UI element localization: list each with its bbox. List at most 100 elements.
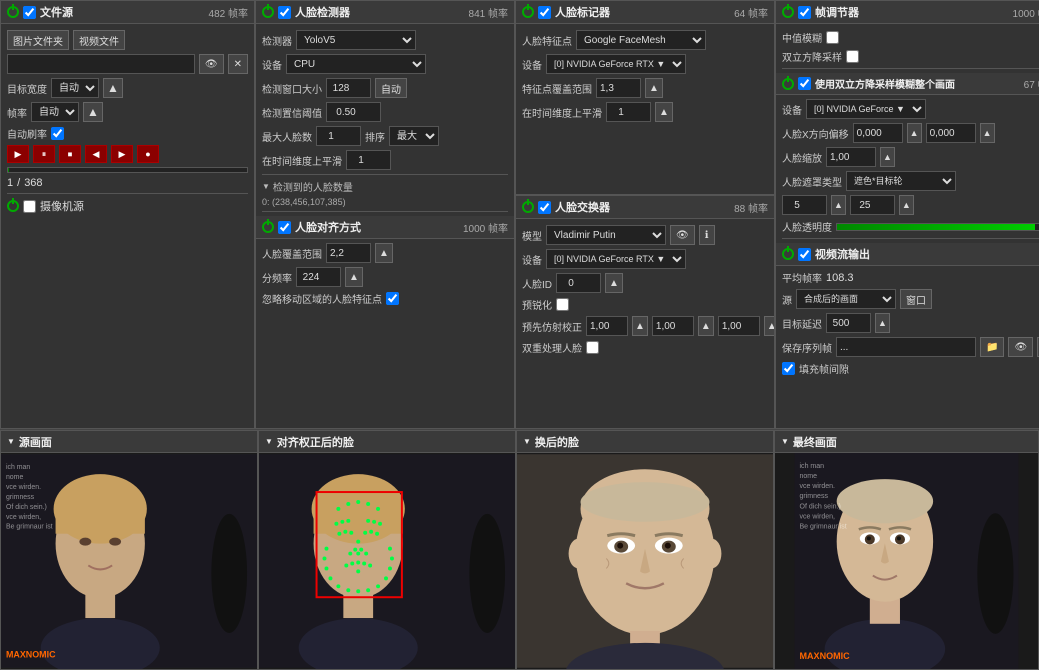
align-enable-check[interactable] — [278, 221, 291, 234]
face-id-up[interactable]: ▲ — [605, 273, 623, 293]
max-faces-input[interactable] — [316, 126, 361, 146]
face-detect-enable-check[interactable] — [278, 6, 291, 19]
y-offset-up[interactable]: ▲ — [980, 123, 995, 143]
threshold-input[interactable] — [326, 102, 381, 122]
model-label: 模型 — [522, 228, 542, 243]
eye-btn-file[interactable]: 👁 — [199, 54, 224, 74]
face-id-input[interactable] — [556, 273, 601, 293]
smooth-up-marker[interactable]: ▲ — [655, 102, 673, 122]
window-size-input[interactable] — [326, 78, 371, 98]
info-btn-model[interactable]: ℹ — [699, 225, 715, 245]
morph-input-1[interactable] — [586, 316, 628, 336]
cover-range-up[interactable]: ▲ — [375, 243, 393, 263]
stop-btn[interactable]: ⏹ — [59, 145, 81, 163]
opacity-slider[interactable] — [836, 223, 1039, 231]
svg-text:grimness: grimness — [6, 494, 35, 501]
device-select-detect[interactable]: CPU — [286, 54, 426, 74]
power-icon-stream[interactable] — [782, 248, 794, 260]
y-blur-input[interactable] — [850, 195, 895, 215]
morph-input-3[interactable] — [718, 316, 760, 336]
smooth-input-detect[interactable] — [346, 150, 391, 170]
auto-btn-window[interactable]: 自动 — [375, 78, 407, 98]
frame-current: 1 — [7, 177, 13, 189]
morph-input-2[interactable] — [652, 316, 694, 336]
panel-src-frame: ▼ 源画面 — [0, 430, 258, 670]
power-icon-marker[interactable] — [522, 6, 534, 18]
smooth-input-marker[interactable] — [606, 102, 651, 122]
device-select-swapper[interactable]: [0] NVIDIA GeForce RTX ▼ — [546, 249, 686, 269]
landmark-select[interactable]: Google FaceMesh — [576, 30, 706, 50]
model-select[interactable]: Vladimir Putin — [546, 225, 666, 245]
morph-up-3[interactable]: ▲ — [764, 316, 774, 336]
subsample-label: 分频率 — [262, 270, 292, 285]
subsample-input[interactable] — [296, 267, 341, 287]
face-marker-header: 人脸标记器 64 帧率 — [516, 1, 774, 24]
bilateral-filter-check[interactable] — [846, 50, 859, 63]
presharpen-check[interactable] — [556, 298, 569, 311]
y-offset-input[interactable] — [926, 123, 976, 143]
step-back-btn[interactable]: ◀ — [85, 145, 107, 163]
filepath-input[interactable]: \DeepFaceLive\twitch1.mp4 — [7, 54, 195, 74]
scale-input[interactable] — [826, 147, 876, 167]
pause-btn[interactable]: ⏸ — [33, 145, 55, 163]
window-btn[interactable]: 窗口 — [900, 289, 932, 309]
rate-up[interactable]: ▲ — [83, 102, 103, 122]
video-file-btn[interactable]: 视频文件 — [73, 30, 125, 50]
save-path-input[interactable] — [836, 337, 976, 357]
stream-enable-check[interactable] — [798, 248, 811, 261]
face-marker-enable-check[interactable] — [538, 6, 551, 19]
y-blur-up[interactable]: ▲ — [899, 195, 914, 215]
cover-range-input[interactable] — [326, 243, 371, 263]
delay-input[interactable] — [826, 313, 871, 333]
power-icon-align[interactable] — [262, 221, 274, 233]
double-process-check[interactable] — [586, 341, 599, 354]
target-width-up[interactable]: ▲ — [103, 78, 123, 98]
save-eye-btn[interactable]: 👁 — [1008, 337, 1033, 357]
file-source-enable-check[interactable] — [23, 6, 36, 19]
save-folder-btn[interactable]: 📁 — [980, 337, 1004, 357]
bilateral-device-select[interactable]: [0] NVIDIA GeForce ▼ — [806, 99, 926, 119]
source-select[interactable]: 合成后的画面 — [796, 289, 896, 309]
sort-select[interactable]: 最大 — [389, 126, 439, 146]
power-icon-bilateral[interactable] — [782, 78, 794, 90]
power-icon-swapper[interactable] — [522, 201, 534, 213]
x-blur-input[interactable] — [782, 195, 827, 215]
detector-select[interactable]: YoloV5 — [296, 30, 416, 50]
svg-text:ich man: ich man — [6, 464, 30, 471]
power-icon-cam[interactable] — [7, 200, 19, 212]
marker-range-up[interactable]: ▲ — [645, 78, 663, 98]
fill-gap-check[interactable] — [782, 362, 795, 375]
power-icon-file[interactable] — [7, 6, 19, 18]
rate-select[interactable]: 自动 — [31, 102, 79, 122]
scale-label: 人脸缩放 — [782, 150, 822, 165]
frame-adj-enable-check[interactable] — [798, 6, 811, 19]
face-swapper-enable-check[interactable] — [538, 201, 551, 214]
mask-type-select[interactable]: 遮色*目标轮 — [846, 171, 956, 191]
eye-btn-model[interactable]: 👁 — [670, 225, 695, 245]
play-btn[interactable]: ▶ — [7, 145, 29, 163]
bilateral-filter-row: 双立方降采样 — [782, 49, 1039, 64]
target-width-select[interactable]: 自动 — [51, 78, 99, 98]
record-btn[interactable]: ● — [137, 145, 159, 163]
step-fwd-btn[interactable]: ▶ — [111, 145, 133, 163]
median-filter-check[interactable] — [826, 31, 839, 44]
x-blur-up[interactable]: ▲ — [831, 195, 846, 215]
x-offset-up[interactable]: ▲ — [907, 123, 922, 143]
x-offset-input[interactable] — [853, 123, 903, 143]
auto-reload-check[interactable] — [51, 127, 64, 140]
morph-up-2[interactable]: ▲ — [698, 316, 714, 336]
ignore-moving-check[interactable] — [386, 292, 399, 305]
bilateral-enable-check[interactable] — [798, 77, 811, 90]
close-btn-file[interactable]: ✕ — [228, 54, 248, 74]
mask-type-label: 人脸遮罩类型 — [782, 174, 842, 189]
morph-up-1[interactable]: ▲ — [632, 316, 648, 336]
scale-up[interactable]: ▲ — [880, 147, 895, 167]
image-folder-btn[interactable]: 图片文件夹 — [7, 30, 69, 50]
power-icon-detect[interactable] — [262, 6, 274, 18]
marker-range-input[interactable] — [596, 78, 641, 98]
delay-up[interactable]: ▲ — [875, 313, 890, 333]
cam-enable-check[interactable] — [23, 200, 36, 213]
device-select-marker[interactable]: [0] NVIDIA GeForce RTX ▼ — [546, 54, 686, 74]
subsample-up[interactable]: ▲ — [345, 267, 363, 287]
power-icon-frame[interactable] — [782, 6, 794, 18]
